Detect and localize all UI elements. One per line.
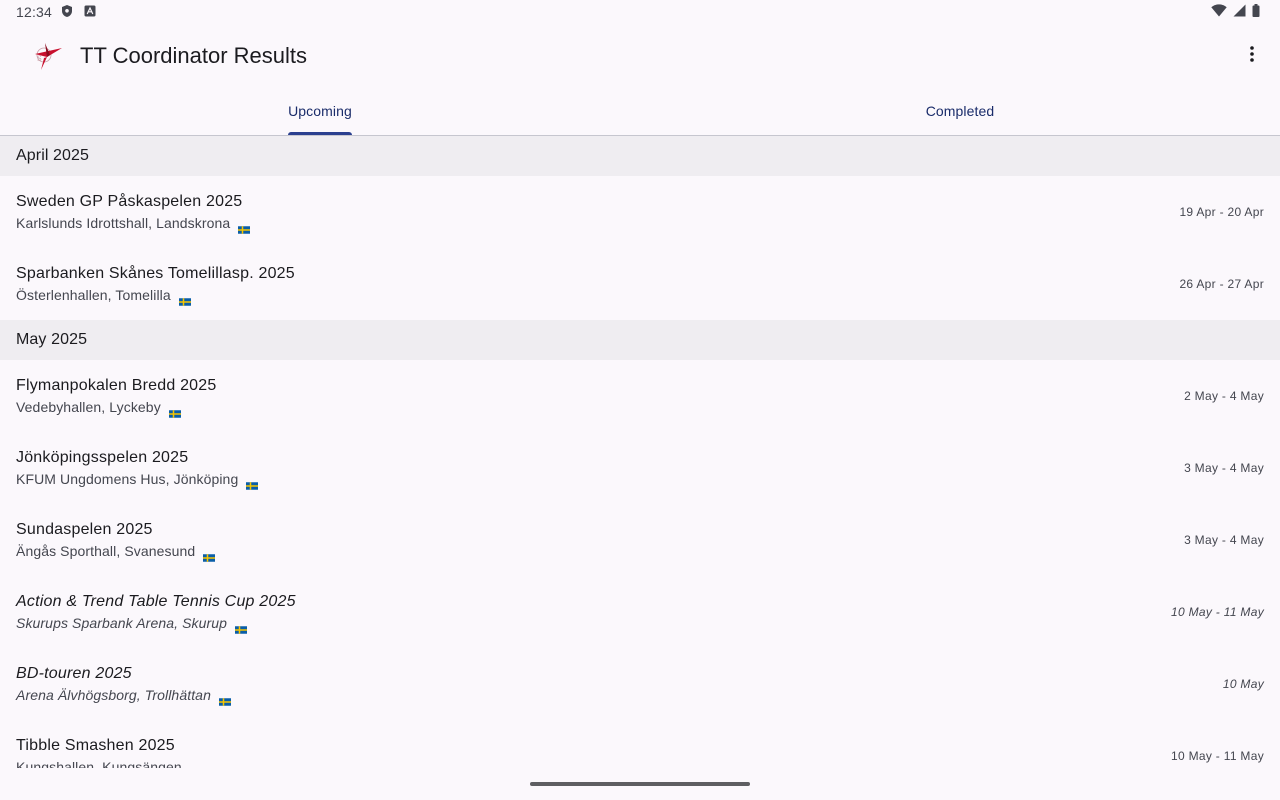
month-header: April 2025 xyxy=(0,136,1280,176)
sweden-flag-icon xyxy=(168,403,181,418)
event-venue-line: KFUM Ungdomens Hus, Jönköping xyxy=(16,469,259,490)
event-venue-line: Karlslunds Idrottshall, Landskrona xyxy=(16,213,251,234)
event-name: Sparbanken Skånes Tomelillasp. 2025 xyxy=(16,265,295,282)
event-venue-line: Österlenhallen, Tomelilla xyxy=(16,285,295,306)
signal-icon xyxy=(1233,4,1246,20)
event-row[interactable]: Jönköpingsspelen 2025 KFUM Ungdomens Hus… xyxy=(0,432,1280,504)
more-vert-icon xyxy=(1250,45,1254,67)
tab-upcoming[interactable]: Upcoming xyxy=(0,88,640,135)
event-row[interactable]: Flymanpokalen Bredd 2025 Vedebyhallen, L… xyxy=(0,360,1280,432)
event-venue: Vedebyhallen, Lyckeby xyxy=(16,399,161,415)
sweden-flag-icon xyxy=(246,475,259,490)
event-row[interactable]: Sparbanken Skånes Tomelillasp. 2025 Öste… xyxy=(0,248,1280,320)
event-row[interactable]: Action & Trend Table Tennis Cup 2025 Sku… xyxy=(0,576,1280,648)
sweden-flag-icon xyxy=(203,547,216,562)
event-name: Flymanpokalen Bredd 2025 xyxy=(16,377,217,394)
event-dates: 3 May - 4 May xyxy=(1184,533,1264,547)
sweden-flag-icon xyxy=(190,763,202,768)
event-dates: 3 May - 4 May xyxy=(1184,461,1264,475)
event-venue-line: Ängås Sporthall, Svanesund xyxy=(16,541,216,562)
event-dates: 10 May - 11 May xyxy=(1171,605,1264,619)
event-dates: 10 May - 11 May xyxy=(1171,749,1264,763)
event-row[interactable]: Tibble Smashen 2025 Kungshallen, Kungsän… xyxy=(0,720,1280,768)
event-row[interactable]: BD-touren 2025 Arena Älvhögsborg, Trollh… xyxy=(0,648,1280,720)
tab-upcoming-label: Upcoming xyxy=(288,88,352,135)
sweden-flag-icon xyxy=(238,219,251,234)
event-venue: Skurups Sparbank Arena, Skurup xyxy=(16,615,228,631)
event-name: Sweden GP Påskaspelen 2025 xyxy=(16,193,243,210)
battery-icon xyxy=(1252,4,1260,20)
tab-completed[interactable]: Completed xyxy=(640,88,1280,135)
svg-text:S: S xyxy=(37,55,42,63)
event-venue: KFUM Ungdomens Hus, Jönköping xyxy=(16,471,239,487)
sweden-flag-icon xyxy=(178,291,191,306)
sweden-flag-icon xyxy=(235,619,248,634)
event-row[interactable]: Sundaspelen 2025 Ängås Sporthall, Svanes… xyxy=(0,504,1280,576)
event-name: Action & Trend Table Tennis Cup 2025 xyxy=(16,593,296,610)
app-title: TT Coordinator Results xyxy=(80,43,308,68)
event-dates: 26 Apr - 27 Apr xyxy=(1179,277,1264,291)
event-name: BD-touren 2025 xyxy=(16,665,132,682)
event-name: Tibble Smashen 2025 xyxy=(16,737,175,754)
event-venue-line: Vedebyhallen, Lyckeby xyxy=(16,397,216,418)
app-logo-icon: S xyxy=(28,36,68,76)
event-venue-line: Arena Älvhögsborg, Trollhättan xyxy=(16,685,231,706)
sweden-flag-icon xyxy=(218,691,231,706)
month-header: May 2025 xyxy=(0,320,1280,360)
event-venue: Kungshallen, Kungsängen xyxy=(16,759,182,768)
event-name: Sundaspelen 2025 xyxy=(16,521,153,538)
app-bar: S TT Coordinator Results xyxy=(0,24,1280,88)
event-dates: 2 May - 4 May xyxy=(1184,389,1264,403)
event-venue-line: Kungshallen, Kungsängen xyxy=(16,757,202,768)
event-dates: 10 May xyxy=(1222,677,1264,691)
event-venue: Ängås Sporthall, Svanesund xyxy=(16,543,196,559)
shield-icon xyxy=(60,4,74,21)
overflow-menu-button[interactable] xyxy=(1228,32,1276,80)
event-name: Jönköpingsspelen 2025 xyxy=(16,449,189,466)
event-list[interactable]: April 2025 Sweden GP Påskaspelen 2025 Ka… xyxy=(0,136,1280,768)
a-box-icon xyxy=(84,4,96,20)
event-venue-line: Skurups Sparbank Arena, Skurup xyxy=(16,613,296,634)
tab-bar: Upcoming Completed xyxy=(0,88,1280,136)
event-venue: Karlslunds Idrottshall, Landskrona xyxy=(16,215,231,231)
gesture-navigation-bar[interactable] xyxy=(530,782,750,786)
status-time: 12:34 xyxy=(16,4,53,20)
wifi-icon xyxy=(1211,4,1227,20)
event-venue: Arena Älvhögsborg, Trollhättan xyxy=(16,687,211,703)
tab-completed-label: Completed xyxy=(925,103,995,119)
event-row[interactable]: Sweden GP Påskaspelen 2025 Karlslunds Id… xyxy=(0,176,1280,248)
event-venue: Österlenhallen, Tomelilla xyxy=(16,287,171,303)
status-bar: 12:34 xyxy=(0,0,1280,24)
event-dates: 19 Apr - 20 Apr xyxy=(1179,205,1264,219)
